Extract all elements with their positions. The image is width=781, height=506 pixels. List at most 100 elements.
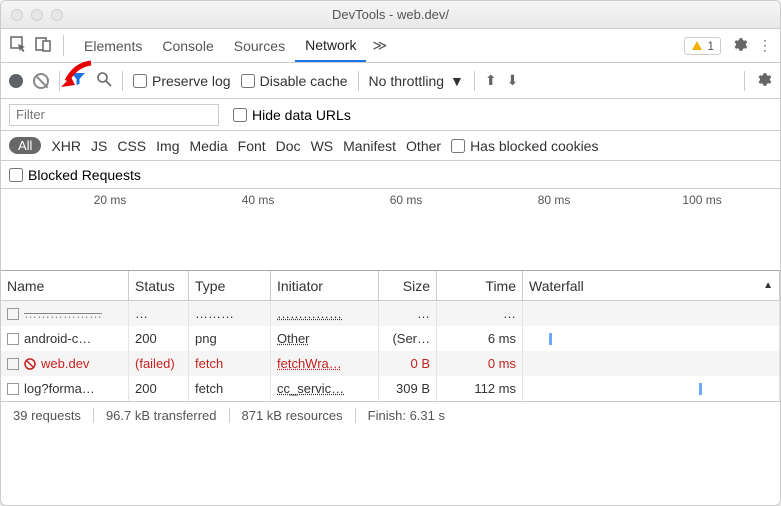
cell-initiator: …………… [271,301,379,326]
type-filter-row: All XHR JS CSS Img Media Font Doc WS Man… [1,131,780,161]
type-xhr[interactable]: XHR [51,138,81,154]
kebab-menu-icon[interactable]: ⋮ [758,37,772,54]
network-settings-icon[interactable] [755,71,772,91]
disable-cache-checkbox[interactable]: Disable cache [241,73,348,89]
type-img[interactable]: Img [156,138,179,154]
disable-cache-label: Disable cache [260,73,348,89]
divider [744,71,745,91]
inspect-icon[interactable] [9,35,27,56]
tab-network[interactable]: Network [295,29,366,62]
cell-waterfall [523,351,780,376]
type-manifest[interactable]: Manifest [343,138,396,154]
cell-size: 309 B [379,376,437,401]
status-requests: 39 requests [1,408,94,423]
table-row[interactable]: …………………………………………… [1,301,780,326]
row-checkbox[interactable] [7,383,19,395]
cell-size: (Ser… [379,326,437,351]
type-js[interactable]: JS [91,138,107,154]
warnings-badge[interactable]: 1 [684,37,721,55]
timeline-tick: 20 ms [94,193,127,207]
cell-time: 6 ms [437,326,523,351]
cell-name: log?forma… [1,376,129,401]
col-size[interactable]: Size [379,271,437,300]
type-doc[interactable]: Doc [276,138,301,154]
overview-timeline[interactable]: 20 ms 40 ms 60 ms 80 ms 100 ms [1,189,780,271]
col-waterfall[interactable]: Waterfall▲ [523,271,780,300]
col-status[interactable]: Status [129,271,189,300]
status-resources: 871 kB resources [230,408,356,423]
table-row[interactable]: android-c…200pngOther(Ser…6 ms [1,326,780,351]
warning-icon [691,40,703,52]
cell-status: (failed) [129,351,189,376]
cell-initiator: fetchWra… [271,351,379,376]
hide-data-urls-checkbox[interactable]: Hide data URLs [233,107,351,123]
tab-elements[interactable]: Elements [74,29,152,62]
download-har-icon[interactable]: ⬇︎ [507,72,519,89]
cell-waterfall [523,301,780,326]
divider [474,71,475,91]
col-initiator[interactable]: Initiator [271,271,379,300]
type-media[interactable]: Media [190,138,228,154]
more-tabs-icon[interactable]: ≫ [372,37,387,54]
throttling-select[interactable]: No throttling▼ [369,73,464,89]
device-toggle-icon[interactable] [35,35,53,56]
panel-tabs: Elements Console Sources Network ≫ 1 ⋮ [1,29,780,63]
record-button[interactable] [9,74,23,88]
cell-status: 200 [129,326,189,351]
row-checkbox[interactable] [7,308,19,320]
window-title: DevTools - web.dev/ [1,7,780,22]
status-bar: 39 requests 96.7 kB transferred 871 kB r… [1,401,780,429]
window-titlebar: DevTools - web.dev/ [1,1,780,29]
cell-type: fetch [189,376,271,401]
settings-icon[interactable] [731,36,748,56]
filter-icon[interactable] [70,71,86,90]
cell-initiator: Other [271,326,379,351]
divider [358,71,359,91]
preserve-log-checkbox[interactable]: Preserve log [133,73,231,89]
col-type[interactable]: Type [189,271,271,300]
type-all[interactable]: All [9,137,41,154]
has-blocked-cookies-label: Has blocked cookies [470,138,598,154]
cell-time: … [437,301,523,326]
cell-type: png [189,326,271,351]
blocked-requests-label: Blocked Requests [28,167,141,183]
row-checkbox[interactable] [7,333,19,345]
table-row[interactable]: web.dev(failed)fetchfetchWra…0 B0 ms [1,351,780,376]
status-transferred: 96.7 kB transferred [94,408,230,423]
tab-console[interactable]: Console [152,29,223,62]
cell-status: 200 [129,376,189,401]
tab-sources[interactable]: Sources [224,29,295,62]
table-row[interactable]: log?forma…200fetchcc_servic…309 B112 ms [1,376,780,401]
blocked-requests-checkbox[interactable]: Blocked Requests [9,167,141,183]
search-icon[interactable] [96,71,112,90]
timeline-tick: 80 ms [538,193,571,207]
throttling-label: No throttling [369,73,444,89]
cell-time: 112 ms [437,376,523,401]
filter-input[interactable] [9,104,219,126]
row-checkbox[interactable] [7,358,19,370]
type-other[interactable]: Other [406,138,441,154]
cell-status: … [129,301,189,326]
upload-har-icon[interactable]: ⬆︎ [485,72,497,89]
type-css[interactable]: CSS [117,138,146,154]
request-table: ……………………………………………android-c…200pngOther(S… [1,301,780,401]
clear-button[interactable] [33,73,49,89]
has-blocked-cookies-checkbox[interactable]: Has blocked cookies [451,138,598,154]
cell-waterfall [523,376,780,401]
sort-asc-icon: ▲ [763,280,773,291]
col-name[interactable]: Name [1,271,129,300]
cell-time: 0 ms [437,351,523,376]
cell-waterfall [523,326,780,351]
type-ws[interactable]: WS [311,138,334,154]
cell-type: ……… [189,301,271,326]
warn-count: 1 [707,39,714,53]
type-font[interactable]: Font [238,138,266,154]
status-finish: Finish: 6.31 s [356,408,457,423]
network-toolbar: Preserve log Disable cache No throttling… [1,63,780,99]
cell-size: 0 B [379,351,437,376]
divider [122,71,123,91]
cell-type: fetch [189,351,271,376]
col-time[interactable]: Time [437,271,523,300]
cell-name: ……………… [1,301,129,326]
cell-initiator: cc_servic… [271,376,379,401]
